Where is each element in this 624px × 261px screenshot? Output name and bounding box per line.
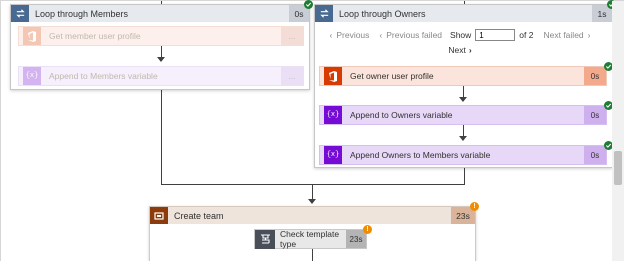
check-template-type-action[interactable]: Check template type 23s: [254, 229, 367, 249]
show-label: Show: [450, 30, 472, 40]
action-duration: ...: [281, 27, 303, 45]
warning-icon: !: [363, 225, 372, 234]
action-duration: 0s: [584, 67, 606, 85]
iteration-input[interactable]: [475, 29, 516, 41]
previous-link[interactable]: Previous: [336, 30, 369, 40]
next-failed-link[interactable]: Next failed: [543, 30, 583, 40]
action-duration: 23s: [346, 230, 366, 248]
append-members-action[interactable]: {x} Append to Members variable ...: [18, 66, 304, 86]
loop-icon: [315, 5, 333, 22]
loop-owners-header[interactable]: Loop through Owners 1s: [315, 5, 612, 22]
iteration-pager: ‹ Previous ‹ Previous failed Show of 2 N…: [315, 29, 605, 55]
chevron-left-icon[interactable]: ‹: [379, 30, 382, 40]
action-label: Get member user profile: [49, 31, 141, 41]
variable-icon: {x}: [23, 67, 41, 85]
warning-icon: !: [470, 202, 479, 211]
chevron-right-icon[interactable]: ›: [469, 45, 472, 55]
chevron-left-icon[interactable]: ‹: [330, 30, 333, 40]
action-duration: 0s: [584, 146, 606, 164]
loop-members-title: Loop through Members: [35, 8, 129, 19]
chevron-right-icon[interactable]: ›: [588, 30, 591, 40]
office-icon: [324, 67, 342, 85]
connector-arrow: [459, 136, 467, 141]
success-check-icon: [304, 0, 313, 9]
scrollbar-thumb[interactable]: [614, 151, 622, 185]
next-link[interactable]: Next: [448, 45, 465, 55]
append-owners-to-members-action[interactable]: {x} Append Owners to Members variable 0s: [319, 145, 607, 165]
connector-arrow: [459, 97, 467, 102]
get-owner-profile-action[interactable]: Get owner user profile 0s: [319, 66, 607, 86]
condition-icon: [255, 229, 275, 249]
team-scope-icon: [150, 207, 168, 224]
variable-icon: {x}: [324, 146, 342, 164]
iteration-total: of 2: [519, 30, 534, 40]
loop-owners-title: Loop through Owners: [339, 8, 426, 19]
action-label: Check template type: [280, 229, 340, 249]
connector-line: [161, 89, 162, 185]
get-member-profile-action[interactable]: Get member user profile ...: [18, 26, 304, 46]
connector-line: [464, 167, 465, 185]
loop-members-header[interactable]: Loop through Members 0s: [11, 5, 309, 22]
create-team-header[interactable]: Create team 23s: [150, 207, 475, 224]
action-label: Get owner user profile: [350, 71, 434, 81]
connector-line: [161, 184, 465, 185]
create-team-title: Create team: [174, 210, 224, 221]
action-duration: ...: [281, 67, 303, 85]
loop-icon: [11, 5, 29, 22]
append-owners-action[interactable]: {x} Append to Owners variable 0s: [319, 105, 607, 125]
connector-arrow: [308, 199, 316, 204]
connector-arrow: [157, 57, 165, 62]
loop-members-scope[interactable]: Loop through Members 0s Get member user …: [10, 4, 310, 90]
action-duration: 0s: [584, 106, 606, 124]
vertical-scrollbar[interactable]: [612, 1, 624, 261]
office-icon: [23, 27, 41, 45]
connector-line: [312, 249, 313, 261]
action-label: Append Owners to Members variable: [350, 150, 491, 160]
previous-failed-link[interactable]: Previous failed: [386, 30, 442, 40]
variable-icon: {x}: [324, 106, 342, 124]
action-label: Append to Members variable: [49, 71, 158, 81]
action-label: Append to Owners variable: [350, 110, 453, 120]
flow-canvas: Loop through Members 0s Get member user …: [0, 0, 624, 261]
